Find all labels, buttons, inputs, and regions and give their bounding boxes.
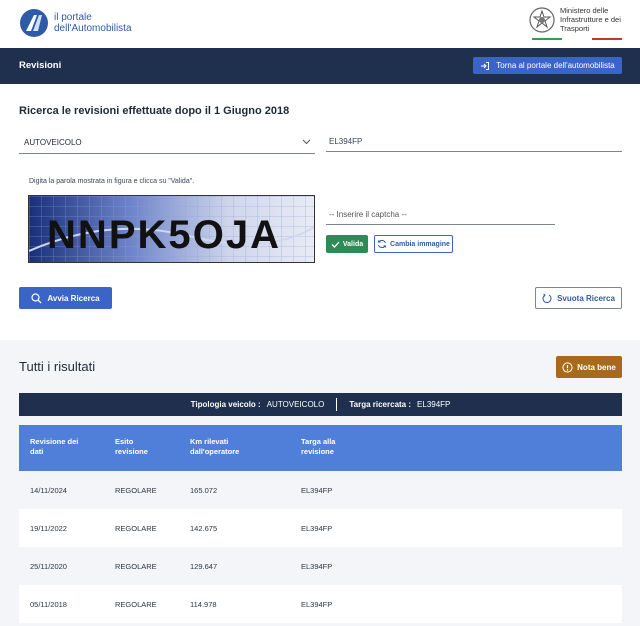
login-arrow-icon bbox=[481, 61, 490, 70]
cell-date: 14/11/2024 bbox=[30, 486, 67, 495]
ministry-line-2: Infrastrutture e dei bbox=[560, 15, 621, 24]
cell-km: 114.978 bbox=[190, 600, 217, 609]
start-search-button[interactable]: Avvia Ricerca bbox=[19, 287, 112, 309]
col-outcome-line1: Esito bbox=[115, 437, 134, 446]
captcha-hint: Digita la parola mostrata in figura e cl… bbox=[29, 178, 195, 185]
vehicle-type-select[interactable]: AUTOVEICOLO bbox=[19, 134, 315, 154]
col-header-plate[interactable]: Targa alla revisione bbox=[301, 437, 335, 457]
results-title: Tutti i risultati bbox=[19, 359, 96, 374]
cell-plate: EL394FP bbox=[301, 524, 333, 533]
ministry-line-1: Ministero delle bbox=[560, 6, 609, 15]
back-to-portal-button[interactable]: Torna al portale dell'automobilista bbox=[473, 57, 622, 74]
table-row[interactable]: 14/11/2024 REGOLARE 165.072 EL394FP bbox=[19, 471, 622, 509]
republic-emblem-icon bbox=[529, 7, 555, 33]
col-date-line2: dati bbox=[30, 447, 44, 456]
chevron-down-icon bbox=[302, 139, 311, 145]
validate-label: Valida bbox=[342, 240, 364, 248]
note-button[interactable]: Nota bene bbox=[556, 356, 622, 378]
info-icon bbox=[562, 361, 573, 373]
check-icon bbox=[331, 241, 340, 248]
flag-stripe bbox=[532, 38, 622, 40]
back-to-portal-label: Torna al portale dell'automobilista bbox=[496, 61, 615, 70]
search-icon bbox=[31, 292, 42, 303]
cell-km: 142.675 bbox=[190, 524, 218, 533]
cell-outcome: REGOLARE bbox=[115, 562, 157, 571]
search-title: Ricerca le revisioni effettuate dopo il … bbox=[19, 105, 290, 117]
cell-date: 05/11/2018 bbox=[30, 600, 67, 609]
col-outcome-line2: revisione bbox=[115, 447, 148, 456]
col-header-km[interactable]: Km rilevati dall'operatore bbox=[190, 437, 239, 457]
col-header-date[interactable]: Revisione dei dati bbox=[30, 437, 78, 457]
change-image-button[interactable]: Cambia immagine bbox=[374, 235, 453, 253]
cell-plate: EL394FP bbox=[301, 486, 333, 495]
portal-logo-text[interactable]: il portale dell'Automobilista bbox=[54, 12, 132, 34]
note-label: Nota bene bbox=[577, 362, 616, 372]
summary-plate-label: Targa ricercata : bbox=[349, 400, 412, 409]
results-section: Tutti i risultati Nota bene Tipologia ve… bbox=[0, 340, 640, 626]
road-logo-icon[interactable] bbox=[20, 9, 48, 37]
col-km-line1: Km rilevati bbox=[190, 437, 229, 446]
refresh-icon bbox=[377, 239, 387, 249]
cell-km: 129.647 bbox=[190, 562, 218, 571]
logo-line-2: dell'Automobilista bbox=[54, 23, 132, 34]
ministry-line-3: Trasporti bbox=[560, 24, 590, 33]
logo-line-1: il portale bbox=[54, 12, 92, 23]
col-date-line1: Revisione dei bbox=[30, 437, 79, 446]
cell-date: 19/11/2022 bbox=[30, 524, 67, 533]
col-km-line2: dall'operatore bbox=[190, 447, 240, 456]
captcha-input[interactable]: -- Inserire il captcha -- bbox=[326, 206, 555, 225]
captcha-image: NNPK5OJA bbox=[28, 195, 315, 263]
col-plate-line2: revisione bbox=[301, 447, 334, 456]
change-image-label: Cambia immagine bbox=[390, 240, 450, 248]
plate-input[interactable]: EL394FP bbox=[326, 134, 622, 152]
captcha-text: NNPK5OJA bbox=[47, 213, 278, 257]
ministry-name: Ministero delle Infrastrutture e dei Tra… bbox=[560, 6, 622, 33]
ministry-brand: Ministero delle Infrastrutture e dei Tra… bbox=[528, 6, 622, 34]
table-row[interactable]: 05/11/2018 REGOLARE 114.978 EL394FP bbox=[19, 585, 622, 623]
summary-divider bbox=[336, 398, 338, 411]
clear-search-label: Svuota Ricerca bbox=[557, 293, 615, 303]
summary-plate-value: EL394FP bbox=[417, 400, 451, 409]
summary-type-value: AUTOVEICOLO bbox=[266, 400, 325, 409]
cell-km: 165.072 bbox=[190, 486, 218, 495]
search-summary-bar: Tipologia veicolo : AUTOVEICOLO Targa ri… bbox=[19, 393, 622, 416]
nav-bar: Revisioni Torna al portale dell'automobi… bbox=[0, 48, 640, 84]
validate-button[interactable]: Valida bbox=[326, 235, 368, 253]
reset-icon bbox=[542, 293, 552, 303]
clear-search-button[interactable]: Svuota Ricerca bbox=[535, 287, 622, 309]
top-header: il portale dell'Automobilista Ministero … bbox=[0, 0, 640, 48]
table-header: Revisione dei dati Esito revisione Km ri… bbox=[19, 425, 622, 471]
col-header-outcome[interactable]: Esito revisione bbox=[115, 437, 148, 457]
cell-date: 25/11/2020 bbox=[30, 562, 67, 571]
table-row[interactable]: 19/11/2022 REGOLARE 142.675 EL394FP bbox=[19, 509, 622, 547]
col-plate-line1: Targa alla bbox=[301, 437, 336, 446]
start-search-label: Avvia Ricerca bbox=[47, 293, 100, 303]
table-row[interactable]: 25/11/2020 REGOLARE 129.647 EL394FP bbox=[19, 547, 622, 585]
vehicle-type-value: AUTOVEICOLO bbox=[24, 138, 82, 147]
cell-outcome: REGOLARE bbox=[115, 524, 157, 533]
cell-plate: EL394FP bbox=[301, 600, 333, 609]
cell-outcome: REGOLARE bbox=[115, 600, 157, 609]
page-title: Revisioni bbox=[19, 60, 62, 71]
cell-plate: EL394FP bbox=[301, 562, 333, 571]
summary-type-label: Tipologia veicolo : bbox=[190, 400, 261, 409]
cell-outcome: REGOLARE bbox=[115, 486, 157, 495]
